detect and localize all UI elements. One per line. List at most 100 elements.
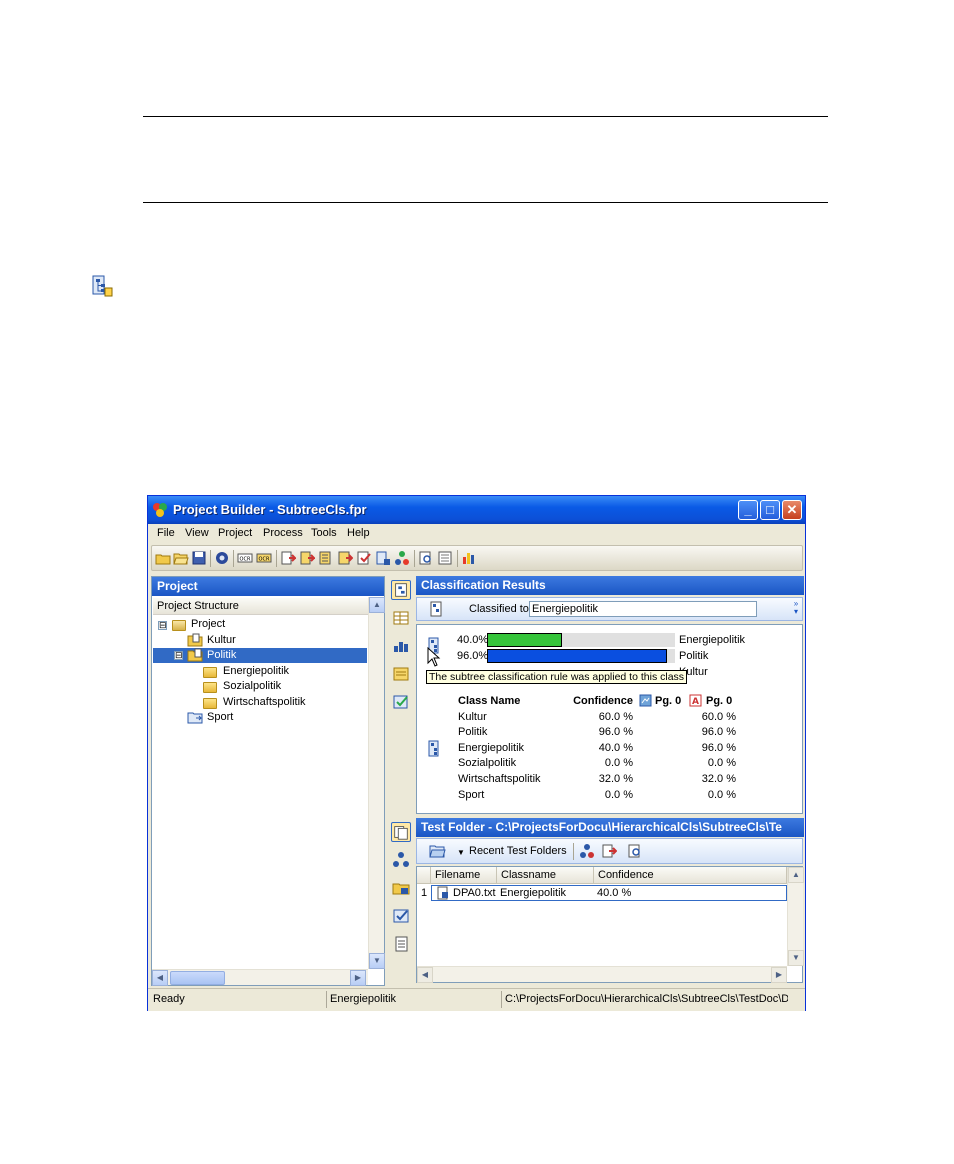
close-button[interactable]: ✕ (782, 500, 802, 520)
tree-view-icon[interactable] (391, 636, 411, 656)
col-class-name[interactable]: Class Name (458, 695, 520, 707)
chevron-down-icon[interactable]: ▼ (457, 848, 465, 857)
check-icon[interactable] (356, 550, 372, 566)
expander-politik[interactable]: ⊟ (174, 651, 183, 660)
scroll-down-icon[interactable]: ▼ (788, 950, 804, 966)
network-view-icon[interactable] (391, 850, 411, 870)
export-icon[interactable] (299, 550, 315, 566)
class-folder-icon (187, 712, 203, 724)
row-filename: DPA0.txt (453, 887, 496, 899)
bar-value-politik: 96.0% (457, 650, 489, 662)
col-page-text[interactable]: Pg. 0 (655, 695, 681, 707)
scroll-up-icon[interactable]: ▲ (788, 867, 804, 883)
tree-item-kultur[interactable]: Kultur (207, 633, 236, 648)
run-test-icon[interactable] (579, 843, 595, 859)
chart-icon[interactable] (461, 550, 477, 566)
menu-file[interactable]: File (157, 527, 175, 539)
title-bar[interactable]: Project Builder - SubtreeCls.fpr _ □ ✕ (148, 496, 805, 524)
folder-new-icon[interactable] (155, 550, 171, 566)
table-view-icon[interactable] (391, 608, 411, 628)
toolbar-separator (573, 843, 574, 860)
tree-item-project[interactable]: Project (191, 617, 225, 632)
bar-name-politik: Politik (679, 650, 709, 662)
row-confidence: 40.0 % (597, 887, 632, 899)
svg-text:OCR: OCR (240, 557, 251, 563)
tree-item-politik-selected-row[interactable] (153, 648, 367, 663)
report-view-icon[interactable] (391, 934, 411, 954)
check-view-icon[interactable] (391, 692, 411, 712)
row-name: Kultur (458, 711, 487, 723)
folder-open-icon[interactable] (173, 550, 189, 566)
col-confidence[interactable]: Confidence (594, 867, 787, 884)
tree-horizontal-scrollbar[interactable]: ◀ ▶ (152, 969, 368, 986)
chevron-down-icon[interactable]: » ▾ (790, 600, 802, 618)
col-confidence[interactable]: Confidence (567, 695, 633, 707)
test-folder-panel: Test Folder - C:\ProjectsForDocu\Hierarc… (416, 818, 804, 986)
confidence-bar-fill (487, 633, 563, 647)
inspect-icon[interactable] (418, 550, 434, 566)
col-classname[interactable]: Classname (497, 867, 594, 884)
tree-item-sport[interactable]: Sport (207, 710, 233, 725)
scroll-up-icon[interactable]: ▲ (369, 597, 385, 613)
folder-open-icon[interactable] (429, 843, 446, 859)
col-page-pdf[interactable]: Pg. 0 (706, 695, 732, 707)
menu-process[interactable]: Process (263, 527, 303, 539)
mouse-cursor-icon (427, 647, 441, 667)
col-index (417, 867, 431, 884)
scroll-down-icon[interactable]: ▼ (369, 953, 385, 969)
gear-icon[interactable] (214, 550, 230, 566)
ocr-batch-icon[interactable]: OCR (256, 550, 272, 566)
tree-header[interactable]: Project Structure (153, 598, 368, 615)
log-view-icon[interactable] (391, 664, 411, 684)
classification-view-icon[interactable] (391, 580, 411, 600)
row-name: Sozialpolitik (458, 757, 517, 769)
save-icon[interactable] (191, 550, 207, 566)
folder-view-icon[interactable] (391, 878, 411, 898)
scroll-left-icon[interactable]: ◀ (152, 970, 168, 986)
subtree-rule-tooltip: The subtree classification rule was appl… (426, 670, 688, 684)
row-page: 96.0 % (701, 726, 736, 738)
row-classname: Energiepolitik (500, 887, 567, 899)
train-icon[interactable] (318, 550, 334, 566)
classified-to-label: Classified to (469, 603, 529, 615)
inspect-icon[interactable] (627, 843, 643, 859)
menu-view[interactable]: View (185, 527, 209, 539)
scroll-thumb[interactable] (170, 971, 225, 985)
results-view-icon[interactable] (391, 906, 411, 926)
log-icon[interactable] (437, 550, 453, 566)
import-icon[interactable] (280, 550, 296, 566)
ocr-icon[interactable]: OCR (237, 550, 253, 566)
row-name: Sport (458, 789, 485, 801)
class-icon[interactable] (375, 550, 391, 566)
scroll-left-icon[interactable]: ◀ (417, 967, 433, 983)
scroll-right-icon[interactable]: ▶ (771, 967, 787, 983)
tree-item-sozialpolitik[interactable]: Sozialpolitik (223, 679, 281, 694)
scroll-right-icon[interactable]: ▶ (350, 970, 366, 986)
recent-test-folders-button[interactable]: Recent Test Folders (469, 845, 567, 857)
classified-to-field[interactable]: Energiepolitik (529, 601, 757, 617)
menu-help[interactable]: Help (347, 527, 370, 539)
status-path: C:\ProjectsForDocu\HierarchicalCls\Subtr… (501, 991, 788, 1008)
test-folder-view-icon[interactable] (391, 822, 411, 842)
run-icon[interactable] (337, 550, 353, 566)
minimize-button[interactable]: _ (738, 500, 758, 520)
subtree-rule-icon (92, 275, 113, 297)
col-filename[interactable]: Filename (431, 867, 497, 884)
tree-item-wirtschaftspolitik[interactable]: Wirtschaftspolitik (223, 695, 306, 710)
tree-item-energiepolitik[interactable]: Energiepolitik (223, 664, 289, 679)
expander-project[interactable]: ⊟ (158, 621, 167, 630)
tree-item-politik[interactable]: Politik (207, 648, 236, 663)
classification-toolbar: Classified to Energiepolitik » ▾ (416, 597, 803, 621)
row-confidence: 40.0 % (598, 742, 633, 754)
tree-vertical-scrollbar[interactable]: ▲ ▼ (368, 597, 385, 969)
export-results-icon[interactable] (601, 843, 617, 859)
network-icon[interactable] (394, 550, 410, 566)
maximize-button[interactable]: □ (760, 500, 780, 520)
menu-tools[interactable]: Tools (311, 527, 337, 539)
list-vertical-scrollbar[interactable]: ▲ ▼ (787, 867, 804, 966)
status-state: Ready (153, 993, 185, 1005)
list-horizontal-scrollbar[interactable]: ◀ ▶ (417, 966, 787, 983)
bar-value-energiepolitik: 40.0% (457, 634, 489, 646)
menu-project[interactable]: Project (218, 527, 252, 539)
class-tree-icon[interactable] (429, 601, 445, 617)
